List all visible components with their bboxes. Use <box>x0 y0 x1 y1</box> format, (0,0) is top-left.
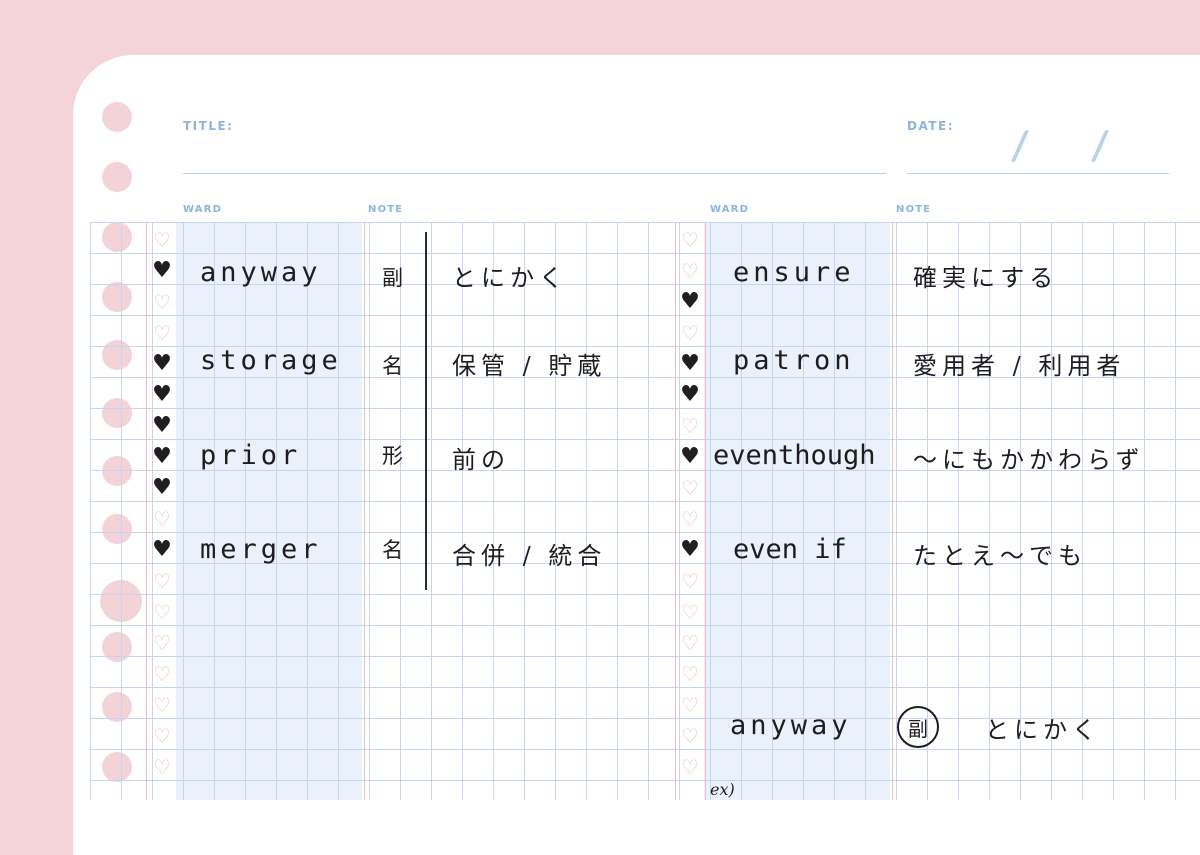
date-line[interactable] <box>907 173 1169 174</box>
word-meaning: 愛用者 / 利用者 <box>913 352 1126 380</box>
part-of-speech: 名 <box>382 538 403 562</box>
word-meaning: 〜にもかかわらず <box>913 446 1145 474</box>
heart-filled-icon[interactable]: ♥ <box>678 446 702 468</box>
heart-column-rule <box>146 222 147 800</box>
heart-outline-icon[interactable]: ♡ <box>150 756 174 778</box>
heart-outline-icon[interactable]: ♡ <box>678 632 702 654</box>
heart-filled-icon[interactable]: ♥ <box>678 539 702 561</box>
heart-filled-icon[interactable]: ♥ <box>678 353 702 375</box>
heart-outline-icon[interactable]: ♡ <box>678 260 702 282</box>
heart-outline-icon[interactable]: ♡ <box>150 663 174 685</box>
heart-outline-icon[interactable]: ♡ <box>678 229 702 251</box>
word-meaning: 保管 / 貯蔵 <box>452 352 607 380</box>
right-word-column-label: WARD <box>710 204 750 215</box>
example-word: anyway <box>730 710 852 741</box>
heart-outline-icon[interactable]: ♡ <box>150 508 174 530</box>
note-column-rule <box>364 222 365 800</box>
vocab-word: prior <box>200 440 302 471</box>
heart-outline-icon[interactable]: ♡ <box>678 756 702 778</box>
heart-outline-icon[interactable]: ♡ <box>678 601 702 623</box>
part-of-speech: 形 <box>382 444 403 468</box>
example-meaning: とにかく <box>985 716 1101 744</box>
vocab-word: anyway <box>200 257 322 288</box>
heart-filled-icon[interactable]: ♥ <box>150 353 174 375</box>
center-rule <box>675 222 676 800</box>
heart-filled-icon[interactable]: ♥ <box>150 260 174 282</box>
part-of-speech: 名 <box>382 354 403 378</box>
heart-outline-icon[interactable]: ♡ <box>678 725 702 747</box>
heart-outline-icon[interactable]: ♡ <box>150 725 174 747</box>
heart-outline-icon[interactable]: ♡ <box>150 322 174 344</box>
heart-outline-icon[interactable]: ♡ <box>150 601 174 623</box>
heart-outline-icon[interactable]: ♡ <box>150 694 174 716</box>
heart-filled-icon[interactable]: ♥ <box>150 477 174 499</box>
word-meaning: とにかく <box>452 264 568 292</box>
vocab-word: storage <box>200 345 342 376</box>
word-meaning: 前の <box>452 446 510 474</box>
right-heart-rule <box>705 222 706 800</box>
heart-outline-icon[interactable]: ♡ <box>678 663 702 685</box>
heart-filled-icon[interactable]: ♥ <box>150 446 174 468</box>
part-of-speech: 副 <box>382 266 403 290</box>
heart-outline-icon[interactable]: ♡ <box>150 229 174 251</box>
title-line[interactable] <box>183 173 886 174</box>
heart-outline-icon[interactable]: ♡ <box>678 415 702 437</box>
example-sentence-label: ex) <box>710 780 735 799</box>
date-label: DATE: <box>907 119 954 133</box>
heart-outline-icon[interactable]: ♡ <box>678 570 702 592</box>
heart-outline-icon[interactable]: ♡ <box>150 570 174 592</box>
heart-outline-icon[interactable]: ♡ <box>678 694 702 716</box>
heart-outline-icon[interactable]: ♡ <box>150 632 174 654</box>
vocab-word: patron <box>733 345 855 376</box>
example-part-of-speech: 副 <box>897 706 939 748</box>
heart-filled-icon[interactable]: ♥ <box>150 384 174 406</box>
vocab-word: eventhough <box>713 440 876 471</box>
left-note-column-label: NOTE <box>368 204 404 215</box>
heart-outline-icon[interactable]: ♡ <box>150 291 174 313</box>
handwritten-divider <box>425 232 427 590</box>
word-meaning: たとえ〜でも <box>913 542 1087 570</box>
vocab-word: ensure <box>733 257 855 288</box>
binder-hole <box>102 102 132 132</box>
heart-filled-icon[interactable]: ♥ <box>678 384 702 406</box>
binder-hole <box>102 162 132 192</box>
vocab-word: merger <box>200 534 322 565</box>
heart-filled-icon[interactable]: ♥ <box>678 291 702 313</box>
left-word-column-label: WARD <box>183 204 223 215</box>
title-label: TITLE: <box>183 119 234 133</box>
word-meaning: 合併 / 統合 <box>452 542 607 570</box>
heart-filled-icon[interactable]: ♥ <box>150 415 174 437</box>
right-note-column-label: NOTE <box>896 204 932 215</box>
vocab-word: even if <box>733 534 847 565</box>
heart-outline-icon[interactable]: ♡ <box>678 477 702 499</box>
heart-filled-icon[interactable]: ♥ <box>150 539 174 561</box>
right-note-column-rule <box>892 222 893 800</box>
heart-outline-icon[interactable]: ♡ <box>678 322 702 344</box>
heart-outline-icon[interactable]: ♡ <box>678 508 702 530</box>
word-meaning: 確実にする <box>913 264 1059 292</box>
